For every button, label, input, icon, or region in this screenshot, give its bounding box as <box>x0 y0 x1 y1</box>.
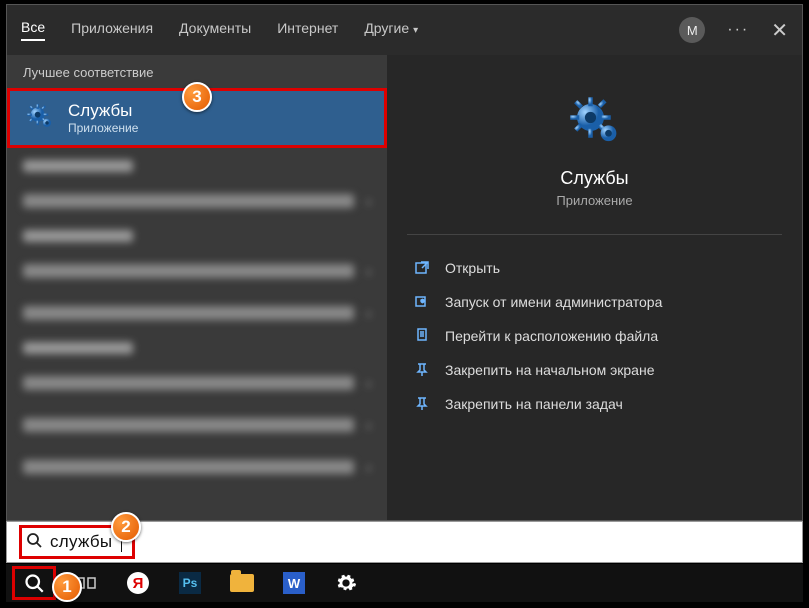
action-label: Закрепить на начальном экране <box>445 362 655 378</box>
open-icon <box>413 259 431 277</box>
other-results-blurred: › › › › › › <box>7 148 387 520</box>
services-gear-large-icon <box>568 95 622 154</box>
chevron-down-icon: ▾ <box>413 25 418 36</box>
preview-title: Службы <box>560 168 628 189</box>
chevron-right-icon: › <box>366 263 371 279</box>
action-label: Перейти к расположению файла <box>445 328 658 344</box>
pin-taskbar-icon <box>413 395 431 413</box>
action-open[interactable]: Открыть <box>399 253 790 283</box>
services-gear-icon <box>26 103 54 134</box>
action-pin-to-start[interactable]: Закрепить на начальном экране <box>399 355 790 385</box>
action-label: Закрепить на панели задач <box>445 396 623 412</box>
taskbar-yandex-icon[interactable]: Я <box>116 566 160 600</box>
folder-location-icon <box>413 327 431 345</box>
callout-badge-2: 2 <box>111 512 141 542</box>
action-label: Открыть <box>445 260 500 276</box>
tab-apps[interactable]: Приложения <box>71 20 153 40</box>
list-item[interactable]: › <box>7 446 387 488</box>
result-title: Службы <box>68 101 138 121</box>
tab-documents[interactable]: Документы <box>179 20 251 40</box>
chevron-right-icon: › <box>366 193 371 209</box>
taskbar: Я Ps W <box>6 564 803 602</box>
callout-badge-1: 1 <box>52 572 82 602</box>
results-list: Лучшее соответствие Службы Приложение › … <box>7 55 387 520</box>
taskbar-settings-icon[interactable] <box>324 566 368 600</box>
close-button[interactable]: ✕ <box>771 18 788 43</box>
chevron-right-icon: › <box>366 417 371 433</box>
search-icon <box>26 532 42 553</box>
user-avatar[interactable]: M <box>679 17 705 43</box>
callout-badge-3: 3 <box>182 82 212 112</box>
list-item[interactable]: › <box>7 250 387 292</box>
search-tabs: Все Приложения Документы Интернет Другие… <box>7 5 802 55</box>
tab-other[interactable]: Другие ▾ <box>364 20 418 40</box>
pin-start-icon <box>413 361 431 379</box>
action-run-as-admin[interactable]: Запуск от имени администратора <box>399 287 790 317</box>
list-item[interactable]: › <box>7 362 387 404</box>
action-pin-to-taskbar[interactable]: Закрепить на панели задач <box>399 389 790 419</box>
search-flyout: Все Приложения Документы Интернет Другие… <box>6 4 803 521</box>
preview-pane: Службы Приложение Открыть Запуск от имен… <box>387 55 802 520</box>
chevron-right-icon: › <box>366 375 371 391</box>
admin-shield-icon <box>413 293 431 311</box>
chevron-right-icon: › <box>366 305 371 321</box>
list-item[interactable]: › <box>7 180 387 222</box>
chevron-right-icon: › <box>366 459 371 475</box>
tab-other-label: Другие <box>364 20 409 36</box>
tab-all[interactable]: Все <box>21 19 45 41</box>
taskbar-search-button[interactable] <box>12 566 56 600</box>
search-query-text: службы <box>50 532 112 552</box>
action-open-file-location[interactable]: Перейти к расположению файла <box>399 321 790 351</box>
more-options-button[interactable]: ··· <box>727 21 749 39</box>
list-item[interactable]: › <box>7 404 387 446</box>
action-label: Запуск от имени администратора <box>445 294 662 310</box>
tab-internet[interactable]: Интернет <box>277 20 338 40</box>
taskbar-explorer-icon[interactable] <box>220 566 264 600</box>
list-item[interactable]: › <box>7 292 387 334</box>
taskbar-word-icon[interactable]: W <box>272 566 316 600</box>
result-subtitle: Приложение <box>68 121 138 135</box>
preview-subtitle: Приложение <box>556 193 632 208</box>
taskbar-photoshop-icon[interactable]: Ps <box>168 566 212 600</box>
